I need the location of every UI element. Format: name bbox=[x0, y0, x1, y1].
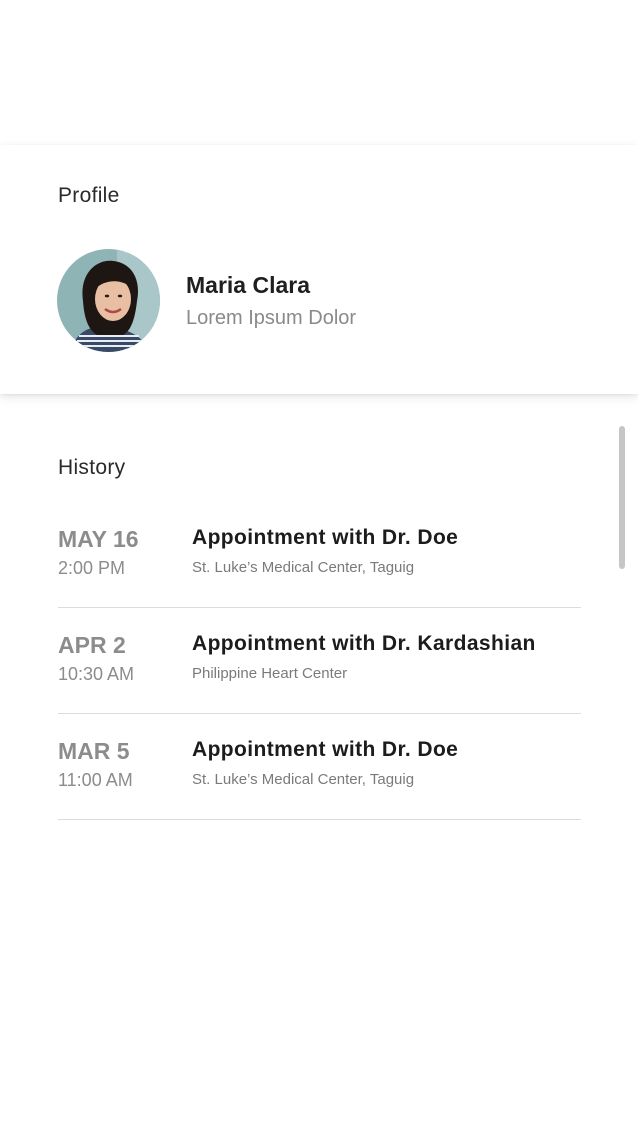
top-blank-area bbox=[0, 0, 638, 145]
history-item-time: 10:30 AM bbox=[58, 664, 135, 684]
avatar-photo bbox=[57, 249, 160, 352]
history-item-place: St. Luke’s Medical Center, Taguig bbox=[192, 559, 415, 576]
history-item-date: MAR 5 bbox=[58, 738, 130, 764]
history-item-date: MAY 16 bbox=[58, 526, 139, 552]
avatar[interactable] bbox=[57, 249, 160, 352]
history-list: MAY 16 2:00 PM Appointment with Dr. Doe … bbox=[58, 502, 581, 820]
history-item-time: 2:00 PM bbox=[58, 558, 126, 578]
history-item-place: Philippine Heart Center bbox=[192, 665, 348, 682]
profile-subtitle: Lorem Ipsum Dolor bbox=[186, 307, 357, 329]
history-item[interactable]: APR 2 10:30 AM Appointment with Dr. Kard… bbox=[58, 608, 581, 714]
history-item-time: 11:00 AM bbox=[58, 770, 133, 790]
history-item[interactable]: MAY 16 2:00 PM Appointment with Dr. Doe … bbox=[58, 502, 581, 608]
scrollbar-thumb[interactable] bbox=[619, 426, 625, 569]
profile-section-title: Profile bbox=[58, 184, 120, 207]
history-section-title: History bbox=[58, 456, 126, 479]
history-item-place: St. Luke’s Medical Center, Taguig bbox=[192, 771, 415, 788]
history-item[interactable]: MAR 5 11:00 AM Appointment with Dr. Doe … bbox=[58, 714, 581, 820]
history-item-title: Appointment with Dr. Doe bbox=[192, 526, 459, 549]
history-item-title: Appointment with Dr. Kardashian bbox=[192, 632, 536, 655]
profile-name: Maria Clara bbox=[186, 272, 311, 298]
history-item-title: Appointment with Dr. Doe bbox=[192, 738, 459, 761]
history-item-date: APR 2 bbox=[58, 632, 126, 658]
